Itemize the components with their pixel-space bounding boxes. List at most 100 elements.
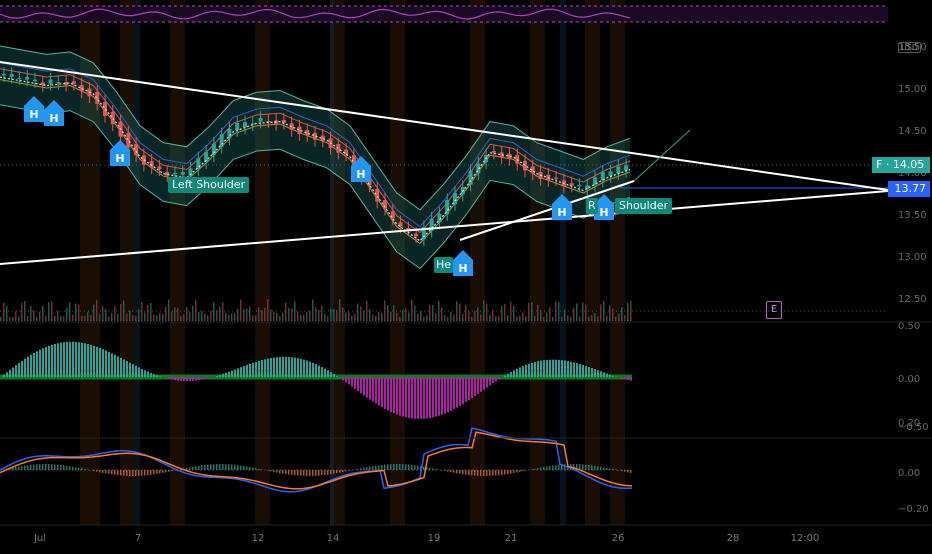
volume-bar-138 [138,309,140,321]
macd-hist-63 [63,342,65,377]
volume-bar-303 [303,315,305,321]
volume-bar-45 [45,316,47,321]
osc-hist-234 [234,465,236,470]
macd-hist-54 [54,344,56,377]
osc-hist-105 [105,470,107,473]
osc-hist-78 [78,468,80,470]
volume-bar-456 [456,301,458,321]
volume-bar-276 [276,313,278,321]
macd-hist-519 [519,367,521,377]
chart-stage[interactable]: 15.5015.0014.5014.0013.5013.0012.50HHHHH… [0,0,932,550]
macd-hist-393 [393,377,395,413]
macd-hist-204 [204,377,206,379]
pattern-label-right-prefix: R [586,198,598,214]
macd-hist-315 [315,364,317,377]
h-marker-label-1: H [49,112,58,125]
session-band-9 [610,0,625,525]
macd-hist-60 [60,343,62,377]
osc-hist-549 [549,466,551,470]
macd-hist-516 [516,369,518,377]
osc-hist-3 [3,469,5,470]
volume-bar-420 [420,311,422,321]
osc-hist-189 [189,467,191,470]
candle-body-9-1 [196,158,200,169]
macd-hist-627 [627,377,629,380]
osc-hist-342 [342,470,344,472]
earnings-badge[interactable]: E [766,301,782,319]
osc-hist-102 [102,470,104,473]
volume-bar-258 [258,308,260,321]
macd-hist-366 [366,377,368,397]
macd-hist-168 [168,377,170,379]
volume-bar-54 [54,316,56,321]
osc-hist-24 [24,465,26,470]
volume-bar-27 [27,316,29,321]
osc-hist-348 [348,470,350,471]
volume-bar-168 [168,300,170,321]
osc-hist-219 [219,464,221,470]
macd-hist-345 [345,377,347,382]
volume-bar-396 [396,313,398,321]
volume-bar-552 [552,317,554,321]
macd-hist-339 [339,377,341,378]
osc-hist-108 [108,470,110,474]
osc-hist-18 [18,466,20,470]
macd-hist-582 [582,365,584,377]
volume-bar-69 [69,302,71,321]
volume-bar-282 [282,312,284,321]
macd-hist-186 [186,377,188,381]
volume-bar-354 [354,314,356,321]
macd-hist-123 [123,360,125,377]
chart-canvas[interactable]: 15.5015.0014.5014.0013.5013.0012.50HHHHH… [0,0,932,550]
macd-hist-621 [621,377,623,378]
volume-bar-378 [378,312,380,321]
volume-bar-387 [387,305,389,321]
volume-bar-405 [405,308,407,321]
volume-bar-78 [78,304,80,321]
osc-hist-588 [588,465,590,470]
macd-hist-456 [456,377,458,408]
macd-hist-180 [180,377,182,381]
macd-hist-234 [234,369,236,377]
volume-bar-126 [126,314,128,321]
osc-hist-270 [270,470,272,471]
volume-bar-321 [321,306,323,321]
currency-badge: USD [898,42,921,53]
osc-hist-450 [450,470,452,472]
volume-bar-96 [96,300,98,321]
macd-hist-552 [552,360,554,377]
osc-hist-465 [465,470,467,475]
volume-bar-459 [459,303,461,321]
volume-bar-297 [297,311,299,321]
macd-hist-465 [465,377,467,402]
osc-hist-153 [153,470,155,474]
volume-bar-210 [210,311,212,321]
volume-bar-450 [450,312,452,321]
candle-body-20-1 [453,193,457,204]
osc-hist-495 [495,470,497,476]
osc-hist-120 [120,470,122,475]
osc-hist-336 [336,470,338,473]
volume-bar-528 [528,303,530,321]
osc-hist-621 [621,470,623,471]
macd-hist-78 [78,342,80,377]
osc-hist-435 [435,469,437,470]
macd-hist-486 [486,377,488,388]
volume-bar-264 [264,308,266,321]
macd-hist-423 [423,377,425,419]
macd-hist-189 [189,377,191,381]
macd-hist-198 [198,377,200,380]
macd-hist-399 [399,377,401,416]
pattern-label-left-shoulder: Left Shoulder [168,177,249,193]
candle-body-18-1 [406,228,410,230]
macd-hist-291 [291,357,293,377]
osc-hist-384 [384,465,386,470]
osc-hist-627 [627,470,629,472]
osc-hist-606 [606,468,608,470]
volume-bar-93 [93,305,95,321]
macd-hist-12 [12,368,14,377]
macd-hist-543 [543,360,545,377]
macd-hist-84 [84,343,86,377]
macd-hist-15 [15,365,17,377]
volume-bar-348 [348,312,350,321]
